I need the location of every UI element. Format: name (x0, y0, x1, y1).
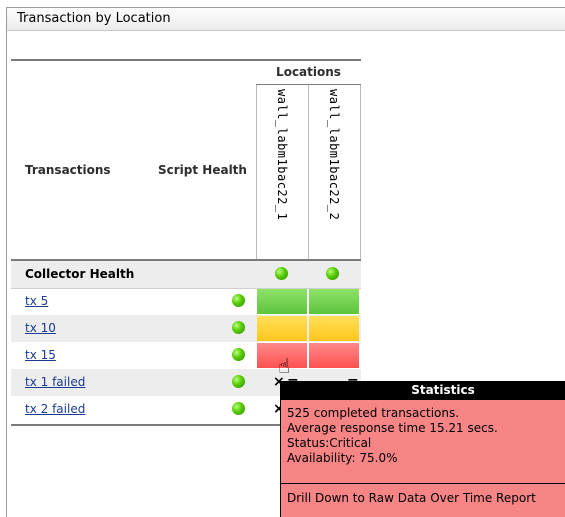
tooltip-body: 525 completed transactions. Average resp… (281, 400, 565, 466)
location-status-cell[interactable] (257, 316, 307, 341)
location-header-2[interactable]: wall_labm1bac22_2 (327, 89, 341, 220)
location-status-cell[interactable] (257, 289, 307, 314)
column-separator (360, 85, 361, 260)
script-health-dot (232, 294, 245, 307)
script-health-column-header[interactable]: Script Health (158, 163, 247, 177)
panel-title: Transaction by Location (6, 7, 565, 31)
collector-health-label: Collector Health (25, 267, 135, 281)
tooltip-title: Statistics (281, 381, 565, 400)
transaction-link[interactable]: tx 1 failed (25, 375, 85, 389)
transaction-link[interactable]: tx 2 failed (25, 402, 85, 416)
hand-cursor-icon: ☝ (278, 354, 291, 378)
table-row: tx 10 (11, 315, 361, 342)
location-status-cell[interactable] (309, 343, 359, 368)
column-separator (308, 85, 309, 260)
tooltip-line-completed: 525 completed transactions. (287, 406, 460, 420)
table-row: tx 5 (11, 288, 361, 315)
transaction-link[interactable]: tx 10 (25, 321, 56, 335)
transaction-link[interactable]: tx 5 (25, 294, 48, 308)
location-status-cell[interactable] (309, 289, 359, 314)
location-status-cell[interactable] (309, 316, 359, 341)
tooltip-line-response-time: Average response time 15.21 secs. (287, 421, 498, 435)
statistics-tooltip: Statistics 525 completed transactions. A… (280, 381, 565, 517)
table-top-border (11, 59, 361, 61)
script-health-dot (232, 348, 245, 361)
table-row: tx 15 (11, 342, 361, 369)
tooltip-line-availability: Availability: 75.0% (287, 451, 398, 465)
transaction-link[interactable]: tx 15 (25, 348, 56, 362)
script-health-dot (232, 321, 245, 334)
collector-health-row: Collector Health (11, 261, 361, 288)
tooltip-line-status: Status:Critical (287, 436, 372, 450)
drill-down-link[interactable]: Drill Down to Raw Data Over Time Report (287, 491, 536, 505)
tooltip-divider (281, 483, 565, 484)
column-separator (256, 85, 257, 260)
script-health-dot (232, 402, 245, 415)
script-health-dot (232, 375, 245, 388)
locations-header: Locations (276, 65, 341, 79)
collector-health-dot-2 (326, 267, 339, 280)
location-header-1[interactable]: wall_labm1bac22_1 (275, 89, 289, 220)
collector-health-dot-1 (275, 267, 288, 280)
transactions-column-header[interactable]: Transactions (25, 163, 111, 177)
